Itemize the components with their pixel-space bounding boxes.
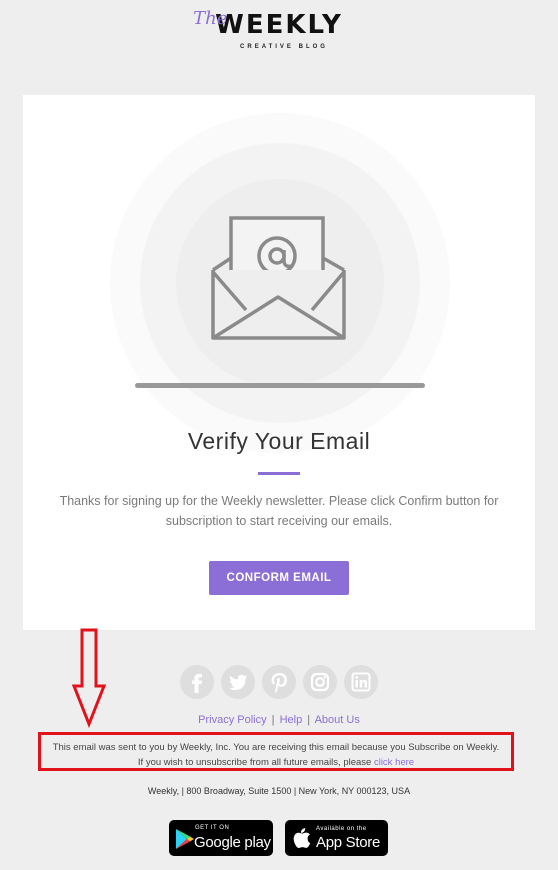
title-divider	[258, 472, 300, 475]
about-us-link[interactable]: About Us	[315, 714, 360, 726]
company-address: Weekly, | 800 Broadway, Suite 1500 | New…	[147, 786, 411, 796]
pinterest-icon	[271, 673, 287, 694]
linkedin-button[interactable]	[344, 665, 378, 699]
footer-links: Privacy Policy | Help | About Us	[0, 714, 558, 726]
link-separator: |	[271, 714, 275, 726]
envelope-at-icon	[211, 216, 346, 340]
page-title: Verify Your Email	[187, 428, 371, 454]
apple-icon	[293, 828, 311, 849]
highlighted-notice-box: This email was sent to you by Weekly, In…	[38, 732, 514, 771]
social-links	[0, 665, 558, 699]
apple-badge-caption: Available on the	[316, 826, 367, 832]
help-link[interactable]: Help	[280, 714, 303, 726]
instagram-icon	[310, 672, 330, 692]
link-separator: |	[307, 714, 311, 726]
notice-text: This email was sent to you by Weekly, In…	[41, 740, 511, 770]
notice-line-1: This email was sent to you by Weekly, In…	[52, 742, 500, 753]
notice-line-2-text: If you wish to unsubscribe from all futu…	[137, 757, 374, 768]
email-page: The WEEKLY CREATIVE BLOG Verify Your Ema…	[0, 0, 558, 870]
brand-logo: The WEEKLY CREATIVE BLOG	[0, 8, 558, 53]
logo-the-text: The	[193, 8, 228, 29]
unsubscribe-link[interactable]: click here	[374, 757, 414, 768]
privacy-policy-link[interactable]: Privacy Policy	[198, 714, 266, 726]
apple-badge-title: App Store	[316, 834, 381, 851]
instagram-button[interactable]	[303, 665, 337, 699]
google-badge-caption: GET IT ON	[195, 825, 230, 831]
logo-tagline: CREATIVE BLOG	[240, 44, 328, 50]
twitter-button[interactable]	[221, 665, 255, 699]
facebook-icon	[192, 674, 202, 693]
verify-card: Verify Your Email Thanks for signing up …	[23, 95, 535, 630]
google-play-badge[interactable]: GET IT ON Google play	[169, 820, 273, 856]
linkedin-icon	[351, 672, 371, 692]
logo-wordmark: WEEKLY	[215, 10, 343, 40]
illustration-ground-line	[135, 383, 425, 388]
app-store-badge[interactable]: Available on the App Store	[285, 820, 388, 856]
twitter-icon	[229, 674, 247, 690]
facebook-button[interactable]	[180, 665, 214, 699]
pinterest-button[interactable]	[262, 665, 296, 699]
google-badge-title: Google play	[194, 834, 271, 851]
verify-description: Thanks for signing up for the Weekly new…	[59, 494, 499, 528]
google-play-icon	[176, 829, 194, 849]
notice-line-2: If you wish to unsubscribe from all futu…	[41, 755, 511, 770]
confirm-email-button[interactable]: CONFORM EMAIL	[209, 561, 349, 595]
